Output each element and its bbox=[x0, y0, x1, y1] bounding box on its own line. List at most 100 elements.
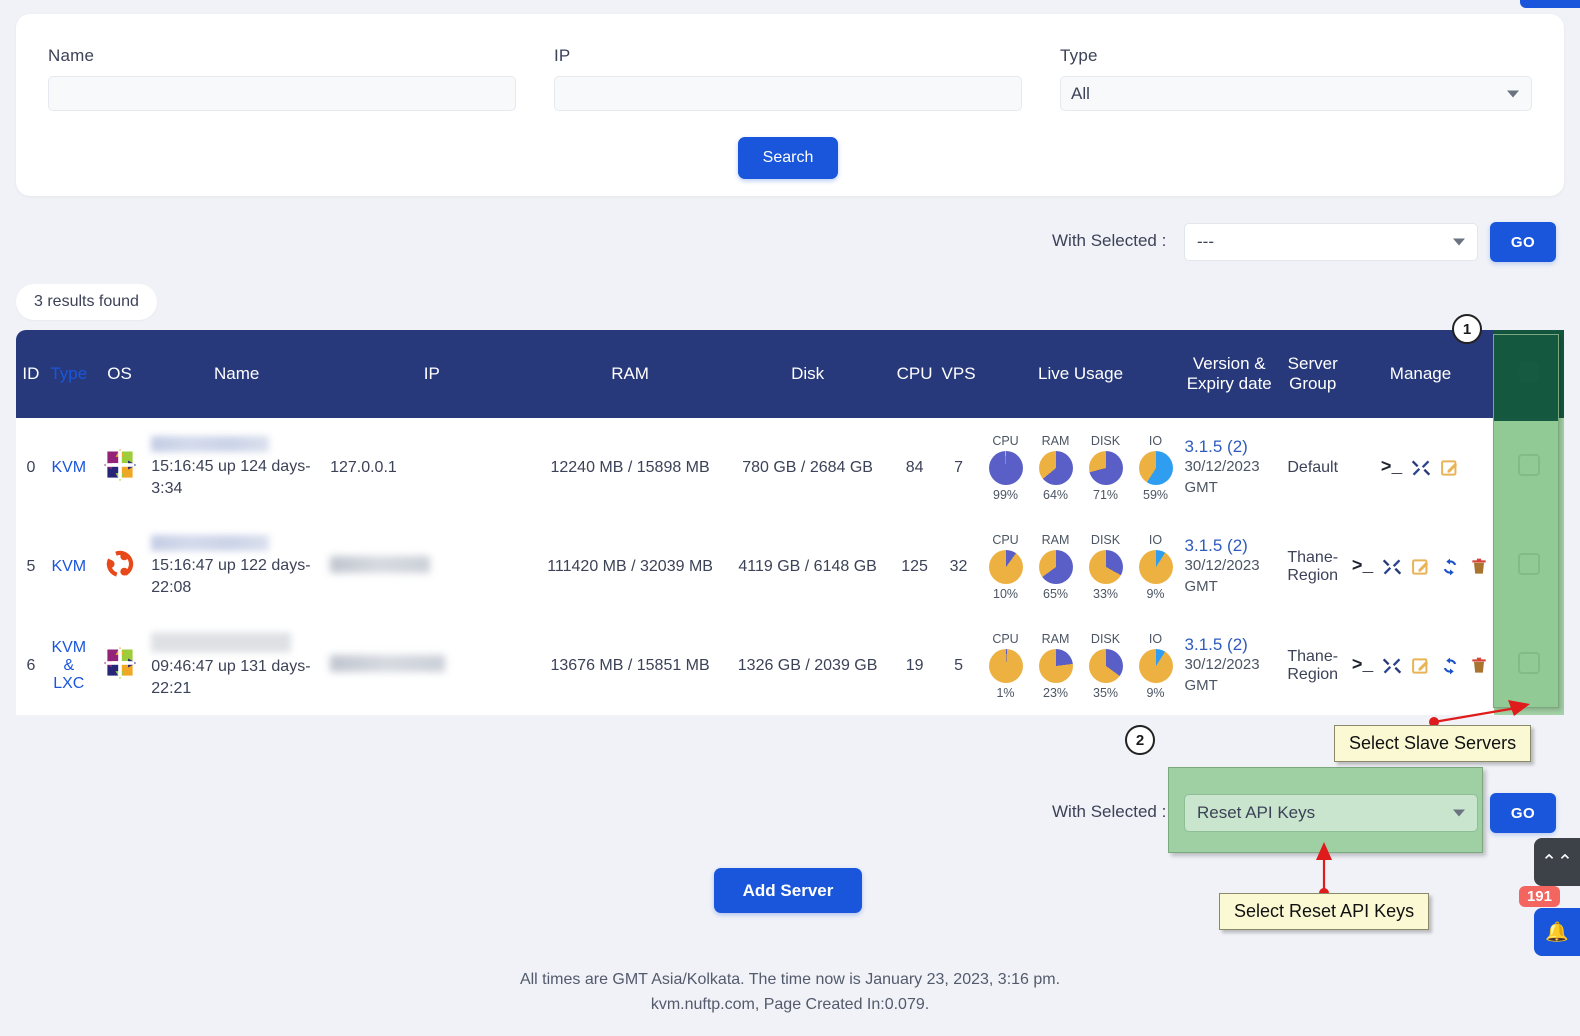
cell-ip bbox=[326, 616, 538, 715]
tools-icon[interactable] bbox=[1410, 457, 1432, 479]
usage-value: 71% bbox=[1093, 487, 1119, 502]
chevron-down-icon bbox=[1507, 90, 1519, 97]
scroll-to-top-button[interactable]: ⌃⌃ bbox=[1534, 838, 1580, 886]
delete-icon[interactable] bbox=[1468, 556, 1490, 578]
cell-vps: 5 bbox=[954, 656, 963, 674]
col-server-group: Server Group bbox=[1287, 354, 1338, 393]
cell-select[interactable] bbox=[1493, 418, 1564, 517]
usage-gauge: RAM 65% bbox=[1035, 533, 1077, 601]
server-expiry: 30/12/2023 GMT bbox=[1184, 458, 1260, 496]
cell-type[interactable]: KVM bbox=[46, 517, 92, 616]
bottom-with-selected-label-wrap: With Selected : bbox=[1052, 802, 1166, 822]
cell-ram: 111420 MB / 32039 MB bbox=[547, 557, 713, 575]
cell-disk: 1326 GB / 2039 GB bbox=[737, 656, 878, 674]
usage-gauge: CPU 1% bbox=[985, 632, 1027, 700]
usage-label: CPU bbox=[992, 631, 1019, 646]
footer: All times are GMT Asia/Kolkata. The time… bbox=[0, 968, 1580, 1018]
table-row: 0 KVM 15:16:45 up 124 days- 3:34 127.0.0… bbox=[16, 418, 1564, 517]
col-select-all[interactable] bbox=[1493, 330, 1564, 418]
tools-icon[interactable] bbox=[1381, 655, 1403, 677]
usage-value: 1% bbox=[996, 685, 1015, 700]
usage-pie bbox=[1138, 549, 1173, 584]
usage-value: 9% bbox=[1146, 685, 1165, 700]
usage-value: 99% bbox=[993, 487, 1019, 502]
row-checkbox[interactable] bbox=[1517, 652, 1540, 674]
cell-os bbox=[92, 418, 148, 517]
usage-label: DISK bbox=[1090, 631, 1121, 646]
select-all-checkbox[interactable] bbox=[1517, 360, 1540, 383]
search-button[interactable]: Search bbox=[738, 137, 838, 179]
refresh-icon[interactable] bbox=[1439, 556, 1461, 578]
usage-gauge: DISK 71% bbox=[1085, 434, 1127, 502]
notifications-button[interactable]: 🔔 bbox=[1534, 908, 1580, 956]
bottom-with-selected-select[interactable]: Reset API Keys bbox=[1184, 794, 1478, 832]
name-label: Name bbox=[48, 46, 95, 65]
cell-server-group: Thane-Region bbox=[1287, 647, 1339, 683]
cell-select[interactable] bbox=[1493, 616, 1564, 715]
usage-label: CPU bbox=[992, 532, 1019, 547]
edit-icon[interactable] bbox=[1410, 655, 1432, 677]
usage-value: 33% bbox=[1093, 586, 1119, 601]
server-uptime: 15:16:47 up 122 days- 22:08 bbox=[151, 556, 311, 596]
type-select[interactable]: All bbox=[1060, 76, 1532, 111]
server-name-masked bbox=[151, 435, 270, 452]
delete-icon[interactable] bbox=[1468, 655, 1490, 677]
top-go-button[interactable]: GO bbox=[1490, 222, 1556, 262]
table-header-row: ID Type OS Name IP RAM Disk CPU VPS Live… bbox=[16, 330, 1564, 418]
col-name: Name bbox=[213, 364, 260, 383]
edit-icon[interactable] bbox=[1439, 457, 1461, 479]
server-version[interactable]: 3.1.5 (2) bbox=[1185, 635, 1274, 655]
bottom-with-selected-label: With Selected : bbox=[1052, 802, 1167, 821]
usage-pie bbox=[988, 549, 1023, 584]
terminal-icon[interactable]: >_ bbox=[1352, 655, 1374, 677]
cell-manage: >_ bbox=[1348, 517, 1494, 616]
row-checkbox[interactable] bbox=[1517, 454, 1540, 476]
usage-value: 23% bbox=[1043, 685, 1069, 700]
server-version[interactable]: 3.1.5 (2) bbox=[1185, 536, 1274, 556]
top-with-selected-select[interactable]: --- bbox=[1184, 223, 1478, 261]
cell-vps: 7 bbox=[954, 458, 963, 476]
type-field-group: Type All bbox=[1060, 46, 1532, 111]
add-server-button[interactable]: Add Server bbox=[714, 868, 862, 913]
usage-pie bbox=[1038, 648, 1073, 683]
centos-icon bbox=[103, 646, 136, 680]
cell-type[interactable]: KVM bbox=[46, 418, 92, 517]
usage-gauge: IO 9% bbox=[1135, 632, 1177, 700]
usage-gauge: DISK 33% bbox=[1085, 533, 1127, 601]
bottom-go-button[interactable]: GO bbox=[1490, 793, 1556, 833]
cell-os bbox=[92, 517, 148, 616]
cell-name: 15:16:45 up 124 days- 3:34 bbox=[147, 418, 326, 517]
cell-ip bbox=[326, 517, 538, 616]
table-row: 6 KVM & LXC 09:46:47 up 131 days- 22:21 … bbox=[16, 616, 1564, 715]
usage-value: 59% bbox=[1143, 487, 1169, 502]
cell-type[interactable]: KVM & LXC bbox=[46, 616, 92, 715]
name-input[interactable] bbox=[48, 76, 516, 111]
cell-ip: 127.0.0.1 bbox=[326, 418, 538, 517]
annotation-step-2: 2 bbox=[1125, 725, 1155, 755]
usage-gauge: RAM 23% bbox=[1035, 632, 1077, 700]
usage-pie bbox=[1088, 549, 1123, 584]
cell-ram: 13676 MB / 15851 MB bbox=[550, 656, 710, 674]
server-version[interactable]: 3.1.5 (2) bbox=[1185, 437, 1274, 457]
cell-cpu: 84 bbox=[905, 458, 924, 476]
terminal-icon[interactable]: >_ bbox=[1381, 457, 1403, 479]
cell-select[interactable] bbox=[1493, 517, 1564, 616]
server-uptime: 15:16:45 up 124 days- 3:34 bbox=[151, 457, 311, 497]
usage-value: 10% bbox=[993, 586, 1019, 601]
terminal-icon[interactable]: >_ bbox=[1352, 556, 1374, 578]
edit-icon[interactable] bbox=[1410, 556, 1432, 578]
ip-input[interactable] bbox=[554, 76, 1022, 111]
usage-value: 64% bbox=[1043, 487, 1069, 502]
cell-live-usage: CPU 1% RAM 23% DISK 35% IO 9% bbox=[981, 616, 1181, 715]
cell-id: 5 bbox=[26, 557, 36, 575]
chevron-down-icon bbox=[1453, 238, 1465, 246]
col-vps: VPS bbox=[941, 364, 976, 383]
cell-os bbox=[92, 616, 148, 715]
usage-gauge: RAM 64% bbox=[1035, 434, 1077, 502]
usage-pie bbox=[1138, 450, 1173, 485]
server-name-masked bbox=[151, 631, 292, 652]
cell-vps: 32 bbox=[949, 557, 968, 575]
tools-icon[interactable] bbox=[1381, 556, 1403, 578]
row-checkbox[interactable] bbox=[1517, 553, 1540, 575]
refresh-icon[interactable] bbox=[1439, 655, 1461, 677]
